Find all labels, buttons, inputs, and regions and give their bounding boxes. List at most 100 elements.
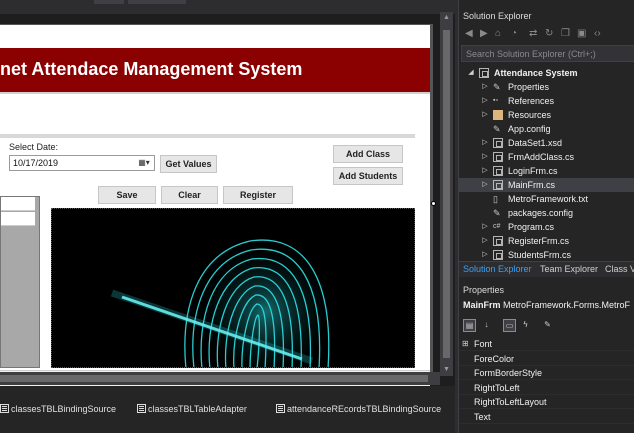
expand-arrow-icon[interactable]: ▷ bbox=[481, 235, 489, 247]
events-icon[interactable]: ϟ bbox=[519, 319, 532, 332]
tray-item-attendance-binding-source[interactable]: attendanceREcordsTBLBindingSource bbox=[276, 404, 441, 414]
home-icon[interactable]: ⌂ bbox=[495, 28, 501, 40]
tree-item-label: DataSet1.xsd bbox=[508, 138, 563, 148]
data-grid-view[interactable] bbox=[0, 196, 40, 368]
header-separator bbox=[0, 134, 415, 138]
tab-class-view[interactable]: Class Vi bbox=[605, 264, 634, 274]
back-icon[interactable]: ◀ bbox=[465, 28, 473, 40]
property-row[interactable]: Text bbox=[459, 410, 634, 424]
add-class-button[interactable]: Add Class bbox=[333, 145, 403, 163]
expand-arrow-icon[interactable]: ▷ bbox=[481, 109, 489, 121]
solution-explorer-search[interactable]: Search Solution Explorer (Ctrl+;) bbox=[461, 45, 634, 62]
tree-item[interactable]: ▷ LoginFrm.cs bbox=[459, 164, 634, 178]
property-row[interactable]: ⊞ Font bbox=[459, 337, 634, 351]
properties-toolbar: ▤ ↓ ▭ ϟ ✎ bbox=[461, 318, 634, 334]
tree-item-label: MainFrm.cs bbox=[508, 180, 555, 190]
designer-vertical-scrollbar[interactable]: ▲ ▼ bbox=[440, 12, 453, 376]
designer-horizontal-scrollbar[interactable] bbox=[0, 372, 440, 385]
expand-arrow-icon[interactable]: ▷ bbox=[481, 249, 489, 261]
form-designer: net Attendace Management System Select D… bbox=[0, 0, 455, 402]
expand-arrow-icon[interactable]: ▷ bbox=[481, 137, 489, 149]
expand-icon[interactable]: ⊞ bbox=[462, 338, 469, 350]
scroll-thumb[interactable] bbox=[443, 30, 450, 358]
fingerprint-picture-box[interactable] bbox=[51, 208, 415, 368]
form-icon bbox=[493, 250, 503, 260]
tree-item-label: MetroFramework.txt bbox=[508, 194, 589, 204]
collapse-all-icon[interactable]: ❐ bbox=[561, 28, 570, 40]
config-icon: ✎ bbox=[493, 208, 501, 218]
scroll-down-icon[interactable]: ▼ bbox=[440, 364, 453, 376]
tree-item-label: Resources bbox=[508, 110, 552, 120]
banner-divider bbox=[0, 92, 430, 94]
expand-arrow-icon[interactable]: ▷ bbox=[481, 151, 489, 163]
expand-arrow-icon[interactable]: ◢ bbox=[467, 67, 475, 79]
refresh-icon[interactable]: ↻ bbox=[545, 28, 553, 40]
tree-item[interactable]: ▷ ▪▫ References bbox=[459, 94, 634, 108]
properties-icon[interactable]: ▭ bbox=[503, 319, 516, 332]
grid-row[interactable] bbox=[1, 197, 35, 211]
save-button[interactable]: Save bbox=[98, 186, 156, 204]
solution-explorer-toolbar: ◀ ▶ ⌂ ◔ ⇄ ↻ ❐ ▣ ‹› bbox=[459, 26, 634, 42]
property-row[interactable]: FormBorderStyle bbox=[459, 366, 634, 380]
pending-changes-icon[interactable]: ◔ bbox=[511, 28, 517, 40]
tree-item-label: RegisterFrm.cs bbox=[508, 236, 570, 246]
document-tab[interactable] bbox=[94, 0, 124, 4]
tree-item[interactable]: ✎ App.config bbox=[459, 122, 634, 136]
tab-team-explorer[interactable]: Team Explorer bbox=[540, 264, 598, 274]
tree-item[interactable]: ▷ DataSet1.xsd bbox=[459, 136, 634, 150]
tray-item-classes-binding-source[interactable]: classesTBLBindingSource bbox=[0, 404, 116, 414]
grid-row[interactable] bbox=[1, 212, 35, 226]
alphabetical-icon[interactable]: ↓ bbox=[480, 319, 493, 332]
scroll-up-icon[interactable]: ▲ bbox=[440, 12, 453, 24]
document-tab[interactable] bbox=[128, 0, 186, 4]
expand-arrow-icon[interactable]: ▷ bbox=[481, 81, 489, 93]
tray-item-classes-table-adapter[interactable]: classesTBLTableAdapter bbox=[137, 404, 247, 414]
expand-arrow-icon[interactable]: ▷ bbox=[481, 95, 489, 107]
scroll-thumb[interactable] bbox=[0, 375, 428, 382]
form-resize-handle[interactable] bbox=[431, 201, 436, 206]
tree-item[interactable]: ▷ MainFrm.cs bbox=[459, 178, 634, 192]
expand-arrow-icon[interactable]: ▷ bbox=[481, 179, 489, 191]
property-name: ForeColor bbox=[474, 353, 515, 364]
tree-item[interactable]: ▷ c# Program.cs bbox=[459, 220, 634, 234]
tree-item[interactable]: ▷ FrmAddClass.cs bbox=[459, 150, 634, 164]
visual-studio-window: net Attendace Management System Select D… bbox=[0, 0, 634, 433]
tree-item[interactable]: ▷ Resources bbox=[459, 108, 634, 122]
tree-item-label: StudentsFrm.cs bbox=[508, 250, 572, 260]
property-row[interactable]: RightToLeftLayout bbox=[459, 395, 634, 409]
tree-item[interactable]: ▯ MetroFramework.txt bbox=[459, 192, 634, 206]
tree-item[interactable]: ◢ Attendance System bbox=[459, 66, 634, 80]
forward-icon[interactable]: ▶ bbox=[480, 28, 488, 40]
register-button[interactable]: Register bbox=[223, 186, 293, 204]
wrench-icon: ✎ bbox=[493, 82, 501, 92]
calendar-dropdown-icon[interactable]: ▦▾ bbox=[135, 157, 153, 169]
property-row[interactable]: RightToLeft bbox=[459, 381, 634, 395]
main-form[interactable]: net Attendace Management System Select D… bbox=[0, 25, 430, 402]
date-picker[interactable]: 10/17/2019 ▦▾ bbox=[9, 155, 155, 171]
form-icon bbox=[493, 166, 503, 176]
tree-item[interactable]: ▷ ✎ Properties bbox=[459, 80, 634, 94]
property-name: Text bbox=[474, 411, 491, 422]
add-students-button[interactable]: Add Students bbox=[333, 167, 403, 185]
tree-item[interactable]: ✎ packages.config bbox=[459, 206, 634, 220]
get-values-button[interactable]: Get Values bbox=[160, 155, 217, 173]
show-all-files-icon[interactable]: ▣ bbox=[577, 28, 586, 40]
categorized-icon[interactable]: ▤ bbox=[463, 319, 476, 332]
clear-button[interactable]: Clear bbox=[161, 186, 218, 204]
tree-item-label: Attendance System bbox=[494, 68, 578, 78]
sync-icon[interactable]: ⇄ bbox=[529, 28, 537, 40]
tab-solution-explorer[interactable]: Solution Explorer bbox=[463, 264, 532, 274]
tree-item[interactable]: ▷ StudentsFrm.cs bbox=[459, 248, 634, 262]
property-pages-icon[interactable]: ✎ bbox=[541, 319, 554, 332]
right-tool-panel: Solution Explorer ◀ ▶ ⌂ ◔ ⇄ ↻ ❐ ▣ ‹› Sea… bbox=[458, 0, 634, 433]
expand-arrow-icon[interactable]: ▷ bbox=[481, 165, 489, 177]
properties-object-selector[interactable]: MainFrm MetroFramework.Forms.MetroF bbox=[463, 300, 630, 310]
view-code-icon[interactable]: ‹› bbox=[594, 28, 601, 40]
property-name: RightToLeftLayout bbox=[474, 397, 547, 407]
expand-arrow-icon[interactable]: ▷ bbox=[481, 221, 489, 233]
form-icon bbox=[493, 152, 503, 162]
property-name: RightToLeft bbox=[474, 382, 520, 393]
property-row[interactable]: ForeColor bbox=[459, 352, 634, 366]
table-adapter-icon bbox=[137, 404, 146, 413]
tree-item[interactable]: ▷ RegisterFrm.cs bbox=[459, 234, 634, 248]
